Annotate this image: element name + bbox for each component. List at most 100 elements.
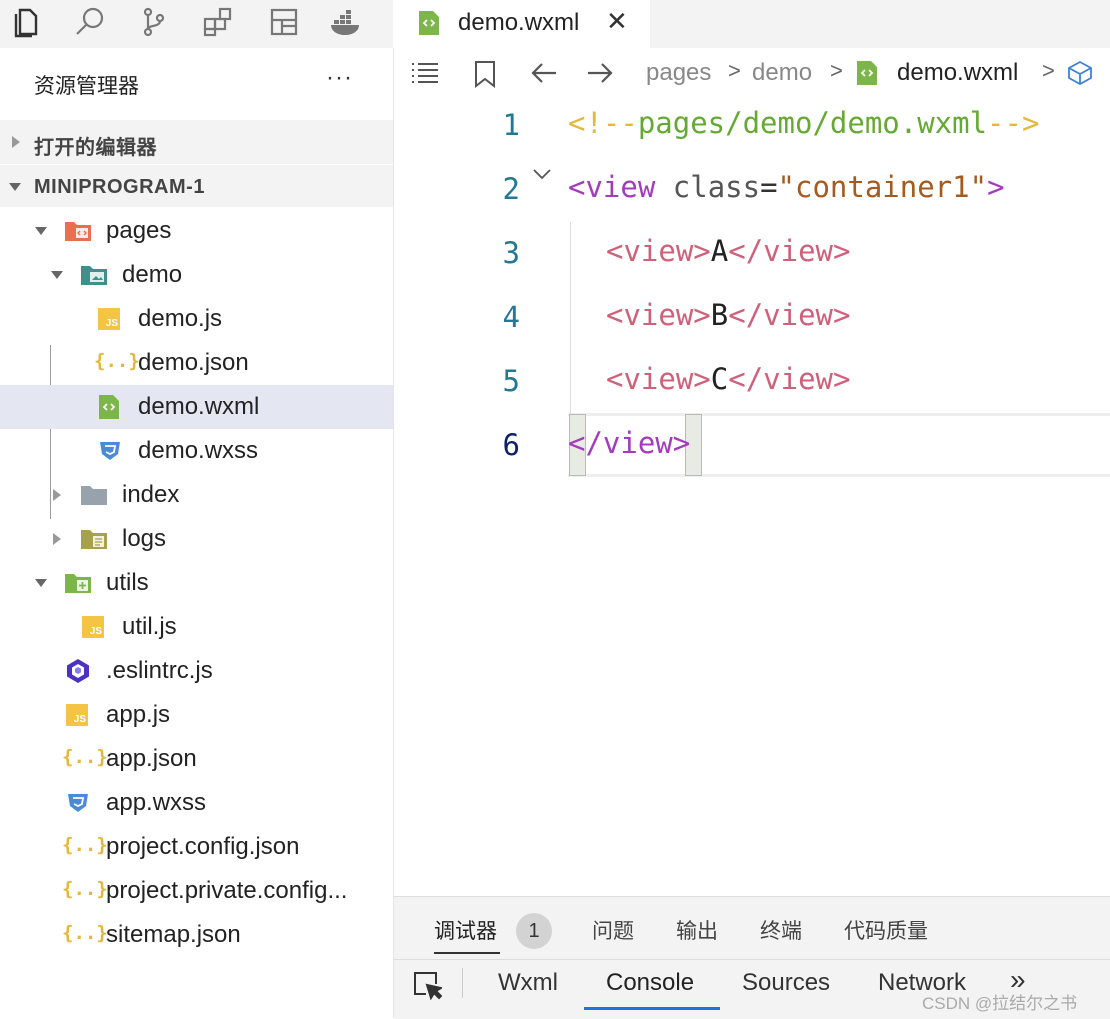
- close-icon[interactable]: ✕: [606, 6, 628, 37]
- chevron-down-icon: [35, 579, 47, 587]
- tree-item-label: util.js: [122, 613, 177, 640]
- project-label: MINIPROGRAM-1: [34, 176, 205, 198]
- docker-icon[interactable]: [328, 4, 364, 40]
- tree-item-demo-js[interactable]: JS demo.js: [0, 297, 393, 341]
- tab-problems[interactable]: 问题: [592, 915, 634, 945]
- js-file-icon: JS: [82, 616, 104, 638]
- tab-sources[interactable]: Sources: [742, 969, 830, 997]
- tree-item-label: project.config.json: [106, 833, 300, 860]
- tab-label: demo.wxml: [458, 9, 580, 36]
- tree-item-label: demo.wxml: [138, 393, 260, 420]
- forward-arrow-icon[interactable]: [586, 60, 614, 91]
- files-icon[interactable]: [8, 4, 44, 40]
- tree-item-app-js[interactable]: JS app.js: [0, 693, 393, 737]
- tree-item-demo-wxss[interactable]: demo.wxss: [0, 429, 393, 473]
- line-number: 2: [502, 172, 520, 206]
- debugger-count-badge: 1: [516, 913, 552, 949]
- code-line-2: <view class="container1">: [568, 170, 1005, 204]
- element-picker-icon[interactable]: [412, 970, 444, 1005]
- tree-item-label: index: [122, 481, 180, 508]
- tab-debugger[interactable]: 调试器: [434, 915, 497, 945]
- line-number: 5: [502, 364, 520, 398]
- folder-demo-icon: [80, 263, 107, 287]
- activity-bar: [0, 0, 393, 48]
- tree-item-eslintrc[interactable]: .eslintrc.js: [0, 649, 393, 693]
- layout-icon[interactable]: [266, 4, 302, 40]
- active-tab-indicator: [434, 952, 500, 954]
- back-arrow-icon[interactable]: [530, 60, 558, 91]
- outline-list-icon[interactable]: [410, 60, 440, 91]
- tree-item-logs[interactable]: logs: [0, 517, 393, 561]
- tree-item-demo-wxml[interactable]: demo.wxml: [0, 385, 393, 429]
- folder-logs-icon: [80, 527, 107, 551]
- js-file-icon: JS: [66, 704, 88, 726]
- wxml-file-icon: [98, 394, 124, 419]
- tree-item-util-js[interactable]: JS util.js: [0, 605, 393, 649]
- tree-item-app-json[interactable]: {..} app.json: [0, 737, 393, 781]
- json-file-icon: {..}: [62, 834, 108, 856]
- tree-item-project-config[interactable]: {..} project.config.json: [0, 825, 393, 869]
- code-line-6: </view>: [568, 426, 691, 460]
- project-section[interactable]: MINIPROGRAM-1: [0, 165, 393, 207]
- chevron-down-icon: [35, 227, 47, 235]
- wxml-file-icon: [418, 10, 440, 41]
- breadcrumb-item[interactable]: demo: [752, 59, 812, 87]
- tab-code-quality[interactable]: 代码质量: [844, 915, 928, 945]
- chevron-right-icon: [53, 533, 61, 545]
- css-file-icon: [97, 439, 123, 463]
- bookmark-icon[interactable]: [474, 60, 496, 93]
- tree-item-label: utils: [106, 569, 149, 596]
- tree-item-label: logs: [122, 525, 167, 552]
- line-number: 1: [502, 108, 520, 142]
- json-file-icon: {..}: [62, 878, 108, 900]
- chevron-down-icon: [9, 183, 21, 191]
- tree-item-utils[interactable]: utils: [0, 561, 393, 605]
- open-editors-section[interactable]: 打开的编辑器: [0, 120, 393, 164]
- tree-item-demo[interactable]: demo: [0, 253, 393, 297]
- explorer-title: 资源管理器: [34, 75, 139, 98]
- code-editor[interactable]: 1 2 3 4 5 6 <!--pages/demo/demo.wxml--> …: [394, 100, 1110, 896]
- folder-icon: [80, 483, 107, 507]
- search-icon[interactable]: [72, 4, 108, 40]
- tree-item-label: demo.json: [138, 349, 249, 376]
- tree-item-index[interactable]: index: [0, 473, 393, 517]
- tab-output[interactable]: 输出: [676, 915, 718, 945]
- tree-item-label: app.js: [106, 701, 171, 728]
- tree-item-demo-json[interactable]: {..} demo.json: [0, 341, 393, 385]
- source-control-icon[interactable]: [136, 4, 172, 40]
- tab-demo-wxml[interactable]: demo.wxml ✕: [394, 0, 650, 48]
- extensions-icon[interactable]: [200, 4, 236, 40]
- cube-symbol-icon[interactable]: [1066, 60, 1094, 91]
- eslint-icon: [64, 657, 90, 683]
- tree-item-label: demo.wxss: [138, 437, 259, 464]
- code-line-5: <view>C</view>: [606, 362, 851, 396]
- chevron-right-icon: [12, 136, 20, 148]
- fold-chevron-icon[interactable]: [532, 162, 552, 186]
- json-file-icon: {..}: [62, 922, 108, 944]
- tab-wxml[interactable]: Wxml: [498, 969, 558, 997]
- tree-item-label: app.json: [106, 745, 197, 772]
- folder-utils-icon: [64, 571, 91, 595]
- breadcrumb-item-current[interactable]: demo.wxml: [897, 59, 1018, 87]
- indent-guide: [570, 222, 571, 414]
- tree-item-pages[interactable]: pages: [0, 209, 393, 253]
- tree-item-project-private-config[interactable]: {..} project.private.config...: [0, 869, 393, 913]
- folder-pages-icon: [64, 219, 91, 243]
- more-actions-button[interactable]: ···: [326, 64, 353, 92]
- breadcrumb-separator: >: [1042, 58, 1055, 83]
- tab-console[interactable]: Console: [606, 969, 694, 997]
- chevron-down-icon: [51, 271, 63, 279]
- json-file-icon: {..}: [62, 746, 108, 768]
- watermark: CSDN @拉结尔之书: [922, 994, 1078, 1013]
- tree-item-label: pages: [106, 217, 172, 244]
- divider: [462, 968, 463, 998]
- chevron-right-icon: [53, 489, 61, 501]
- wxml-file-icon: [856, 60, 878, 91]
- tree-item-app-wxss[interactable]: app.wxss: [0, 781, 393, 825]
- tab-terminal[interactable]: 终端: [760, 915, 802, 945]
- tree-item-sitemap[interactable]: {..} sitemap.json: [0, 913, 393, 957]
- tree-item-label: project.private.config...: [106, 877, 348, 904]
- breadcrumb-item[interactable]: pages: [646, 59, 711, 87]
- code-line-1: <!--pages/demo/demo.wxml-->: [568, 106, 1040, 140]
- json-file-icon: {..}: [94, 350, 140, 372]
